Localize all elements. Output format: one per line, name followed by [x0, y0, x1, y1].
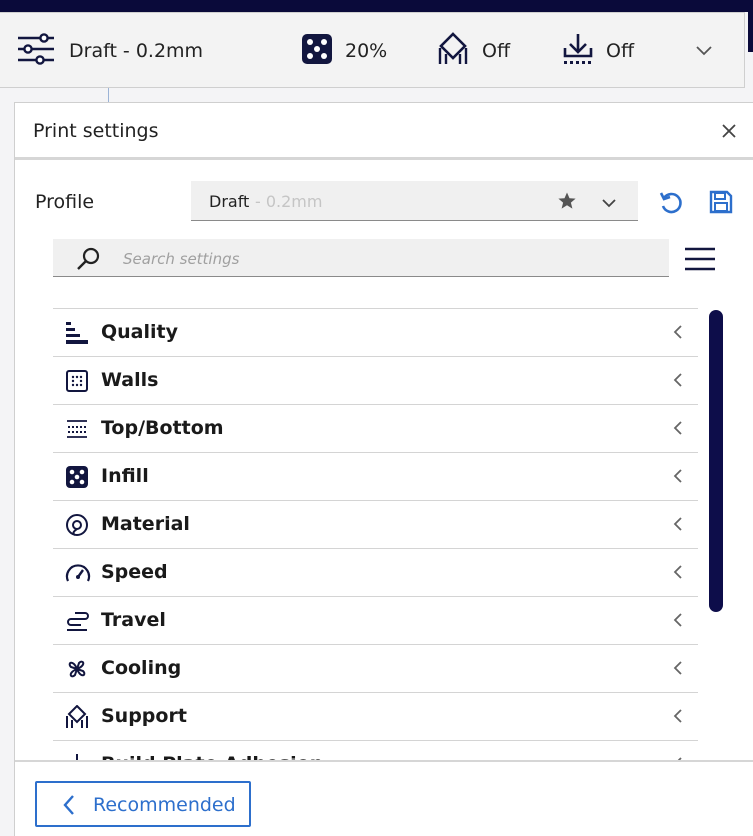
footer-divider — [15, 760, 753, 762]
category-label: Quality — [101, 321, 178, 343]
chevron-left-icon — [672, 516, 684, 536]
fan-icon — [65, 657, 89, 681]
viewport-guide-line — [108, 88, 109, 102]
category-row-quality[interactable]: Quality — [53, 309, 698, 357]
chevron-down-icon — [695, 42, 713, 61]
category-row-build-plate-adhesion[interactable]: Build Plate Adhesion — [53, 741, 698, 761]
travel-icon — [65, 609, 89, 633]
header-divider — [15, 157, 753, 160]
toolbar-adhesion[interactable]: Off — [562, 13, 634, 89]
category-row-walls[interactable]: Walls — [53, 357, 698, 405]
toolbar-infill-value: 20% — [345, 40, 388, 62]
category-row-speed[interactable]: Speed — [53, 549, 698, 597]
walls-icon — [65, 369, 89, 393]
hamburger-menu-icon[interactable] — [684, 245, 716, 277]
infill-icon — [65, 465, 89, 489]
chevron-left-icon — [672, 324, 684, 344]
toolbar-support[interactable]: Off — [437, 13, 510, 89]
print-settings-panel: Print settings Profile Draft - 0.2mm Sea… — [14, 102, 753, 836]
adhesion-icon — [562, 32, 594, 70]
category-row-infill[interactable]: Infill — [53, 453, 698, 501]
chevron-left-icon — [672, 468, 684, 488]
category-label: Travel — [101, 609, 166, 631]
toolbar-infill[interactable]: 20% — [301, 13, 387, 89]
save-icon[interactable] — [708, 189, 734, 219]
toolbar-support-value: Off — [482, 40, 511, 62]
chevron-down-icon — [601, 194, 617, 213]
category-label: Top/Bottom — [101, 417, 224, 439]
profile-name: Draft — [209, 192, 250, 211]
reset-icon[interactable] — [657, 189, 685, 221]
recommended-button-label: Recommended — [93, 794, 236, 816]
window-edge — [748, 12, 753, 52]
toolbar-adhesion-value: Off — [606, 40, 635, 62]
category-row-travel[interactable]: Travel — [53, 597, 698, 645]
chevron-left-icon — [672, 564, 684, 584]
settings-category-list: Quality Walls Top/Bottom Infill Material… — [53, 308, 698, 761]
close-icon[interactable] — [719, 121, 739, 141]
sliders-icon — [16, 32, 56, 70]
infill-icon — [301, 33, 333, 69]
toolbar-profile-label: Draft - 0.2mm — [69, 40, 204, 62]
print-setup-toolbar[interactable]: Draft - 0.2mm 20% Off Off — [0, 12, 745, 88]
chevron-left-icon — [672, 372, 684, 392]
panel-header: Print settings — [15, 103, 753, 159]
support-icon — [65, 704, 89, 729]
category-row-top-bottom[interactable]: Top/Bottom — [53, 405, 698, 453]
search-settings-field[interactable]: Search settings — [53, 239, 669, 277]
profile-label: Profile — [35, 191, 95, 213]
quality-icon — [65, 321, 89, 345]
chevron-left-icon — [672, 660, 684, 680]
profile-select[interactable]: Draft - 0.2mm — [191, 181, 638, 221]
window-top-strip — [0, 0, 753, 12]
category-label: Support — [101, 705, 187, 727]
category-label: Speed — [101, 561, 168, 583]
chevron-left-icon — [672, 420, 684, 440]
chevron-left-icon — [61, 793, 77, 821]
support-icon — [437, 32, 469, 70]
material-icon — [65, 513, 89, 537]
category-row-material[interactable]: Material — [53, 501, 698, 549]
profile-detail: - 0.2mm — [255, 192, 323, 211]
toolbar-profile[interactable]: Draft - 0.2mm — [16, 13, 203, 89]
panel-title: Print settings — [33, 120, 159, 142]
search-icon — [75, 246, 103, 276]
settings-scrollbar[interactable] — [709, 310, 723, 612]
category-label: Infill — [101, 465, 149, 487]
category-label: Material — [101, 513, 190, 535]
top-bottom-icon — [65, 417, 89, 441]
category-label: Walls — [101, 369, 159, 391]
search-placeholder: Search settings — [123, 250, 240, 268]
toolbar-collapse-button[interactable] — [695, 13, 713, 89]
category-row-cooling[interactable]: Cooling — [53, 645, 698, 693]
star-icon[interactable] — [557, 191, 577, 215]
chevron-left-icon — [672, 708, 684, 728]
speed-icon — [65, 561, 91, 585]
category-label: Cooling — [101, 657, 182, 679]
recommended-button[interactable]: Recommended — [35, 781, 251, 827]
chevron-left-icon — [672, 612, 684, 632]
category-row-support[interactable]: Support — [53, 693, 698, 741]
